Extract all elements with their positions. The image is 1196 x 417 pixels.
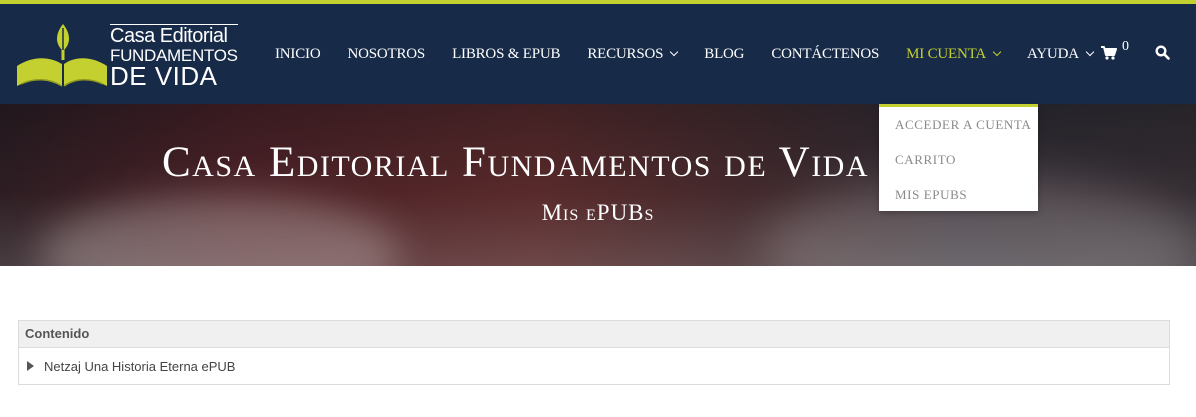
expand-arrow-icon[interactable]: [27, 361, 34, 371]
nav-item-label: AYUDA: [1027, 45, 1079, 62]
content-table-header: Contenido: [19, 321, 1169, 348]
nav-item-label: INICIO: [275, 45, 321, 62]
nav-item-contactenos[interactable]: CONTÁCTENOS: [771, 46, 879, 63]
chevron-down-icon: [670, 47, 679, 57]
shopping-cart-icon: [1101, 46, 1117, 60]
main-nav: INICIO NOSOTROS LIBROS & EPUB RECURSOS B…: [275, 4, 1120, 104]
nav-item-libros-epub[interactable]: LIBROS & EPUB: [452, 46, 560, 63]
nav-item-mi-cuenta[interactable]: MI CUENTA: [906, 45, 1002, 63]
search-icon: [1155, 45, 1170, 60]
logo-text: Casa Editorial FUNDAMENTOS DE VIDA: [110, 24, 238, 89]
logo-line-1: Casa Editorial: [110, 24, 238, 46]
nav-item-label: MI CUENTA: [906, 45, 987, 62]
menu-item-carrito[interactable]: CARRITO: [895, 152, 956, 168]
cart-button[interactable]: 0: [1101, 39, 1129, 60]
nav-item-label: LIBROS & EPUB: [452, 45, 561, 62]
site-logo[interactable]: Casa Editorial FUNDAMENTOS DE VIDA: [14, 20, 244, 92]
nav-item-label: BLOG: [704, 45, 745, 62]
chevron-down-icon: [1085, 47, 1095, 57]
cart-count-badge: 0: [1122, 39, 1129, 54]
nav-item-label: RECURSOS: [587, 45, 664, 62]
menu-item-mis-epubs[interactable]: MIS EPUBS: [895, 187, 967, 203]
menu-item-acceder-a-cuenta[interactable]: ACCEDER A CUENTA: [895, 117, 1031, 133]
chevron-down-icon: [992, 47, 1002, 57]
nav-item-label: NOSOTROS: [347, 45, 426, 62]
nav-item-recursos[interactable]: RECURSOS: [587, 45, 679, 63]
nav-item-nosotros[interactable]: NOSOTROS: [347, 46, 425, 63]
logo-line-3: DE VIDA: [110, 61, 218, 91]
mi-cuenta-dropdown-menu: ACCEDER A CUENTA CARRITO MIS EPUBS: [879, 104, 1038, 211]
open-book-leaf-icon: [17, 24, 107, 87]
content-item-label: Netzaj Una Historia Eterna ePUB: [44, 358, 236, 374]
content-list-item[interactable]: Netzaj Una Historia Eterna ePUB: [19, 348, 1169, 384]
nav-item-label: CONTÁCTENOS: [771, 45, 880, 62]
search-button[interactable]: [1155, 45, 1170, 65]
page-title: Casa Editorial Fundamentos de Vida: [162, 139, 870, 186]
content-table: Contenido Netzaj Una Historia Eterna ePU…: [18, 320, 1170, 385]
nav-item-inicio[interactable]: INICIO: [275, 45, 321, 63]
nav-item-ayuda[interactable]: AYUDA: [1027, 45, 1095, 63]
nav-item-blog[interactable]: BLOG: [704, 46, 744, 63]
